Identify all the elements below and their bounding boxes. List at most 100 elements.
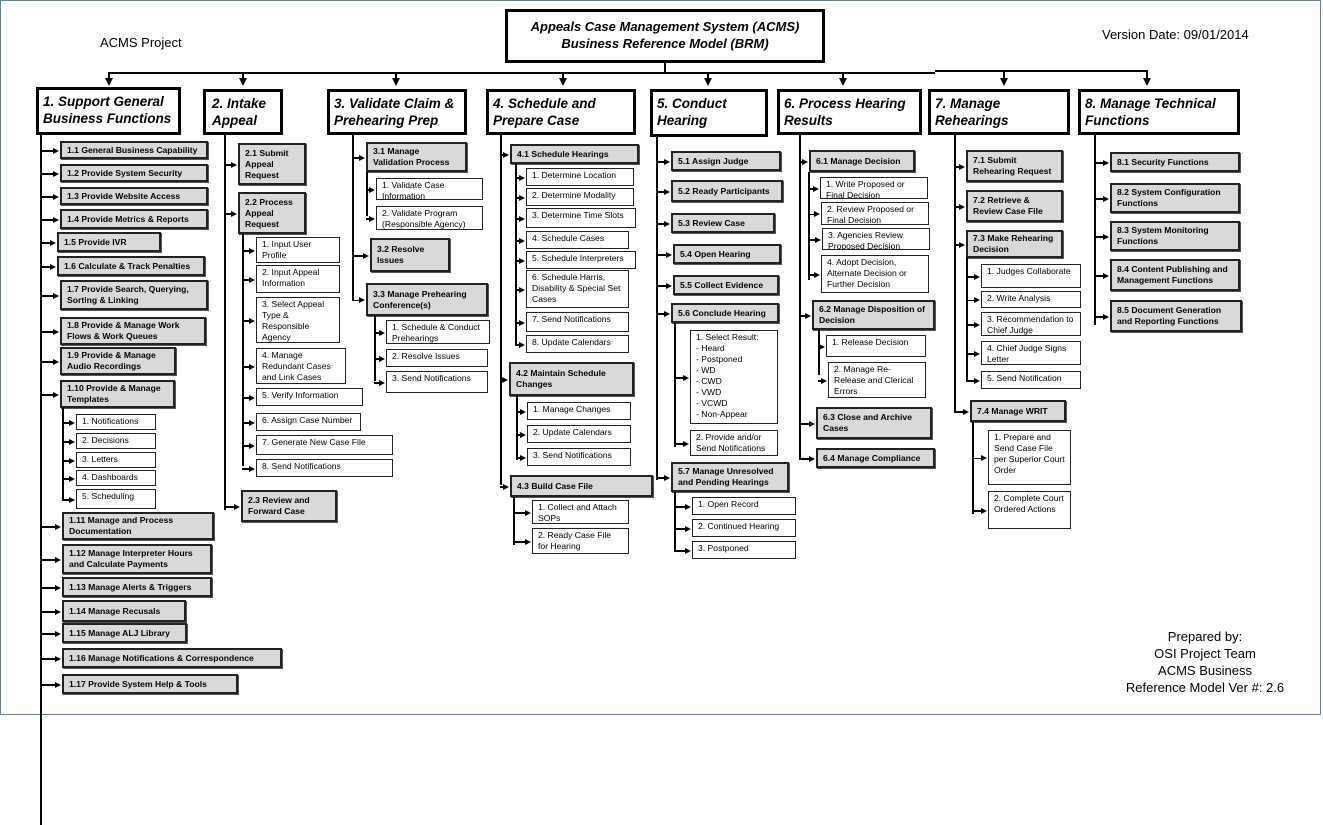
function-box-3-2[interactable]: 3.2 Resolve Issues [370,238,450,272]
column-header-5[interactable]: 5. Conduct Hearing [650,89,768,137]
subfunction-box-6-1-3[interactable]: 3. Agencies Review Proposed Decision [822,228,930,251]
subfunction-box-1-10-5[interactable]: 5. Scheduling [76,489,156,509]
subfunction-box-7-3-4[interactable]: 4. Chief Judge Signs Letter [981,341,1081,365]
column-header-4[interactable]: 4. Schedule and Prepare Case [486,89,636,135]
subfunction-box-7-3-2[interactable]: 2. Write Analysis [981,291,1081,308]
subfunction-box-4-1-7[interactable]: 7. Send Notifications [526,312,629,332]
function-box-5-1[interactable]: 5.1 Assign Judge [671,151,781,171]
function-box-2-1[interactable]: 2.1 Submit Appeal Request [238,143,306,185]
function-box-5-6[interactable]: 5.6 Conclude Hearing [671,303,779,323]
subfunction-box-4-3-1[interactable]: 1. Collect and Attach SOPs [532,500,629,524]
subfunction-box-3-3-3[interactable]: 3. Send Notifications [386,371,488,393]
column-header-8[interactable]: 8. Manage Technical Functions [1078,89,1240,135]
function-box-5-7[interactable]: 5.7 Manage Unresolved and Pending Hearin… [671,462,789,492]
subfunction-box-4-1-3[interactable]: 3. Determine Time Slots [526,208,636,228]
function-box-2-2[interactable]: 2.2 Process Appeal Request [238,192,306,234]
subfunction-box-5-6-1[interactable]: 1. Select Result: - Heard - Postponed - … [690,330,778,424]
subfunction-box-4-3-2[interactable]: 2. Ready Case File for Hearing [532,528,629,554]
subfunction-box-4-1-4[interactable]: 4. Schedule Cases [526,231,629,249]
subfunction-box-6-2-1[interactable]: 1. Release Decision [826,335,926,357]
function-box-1-11[interactable]: 1.11 Manage and Process Documentation [62,512,214,540]
subfunction-box-4-1-2[interactable]: 2. Determine Modality [526,188,634,206]
function-box-1-5[interactable]: 1.5 Provide IVR [57,232,161,252]
subfunction-box-7-4-2[interactable]: 2. Complete Court Ordered Actions [988,491,1071,529]
subfunction-box-1-10-3[interactable]: 3. Letters [76,452,156,468]
subfunction-box-7-3-5[interactable]: 5. Send Notification [981,371,1081,389]
function-box-7-1[interactable]: 7.1 Submit Rehearing Request [966,150,1063,182]
function-box-3-1[interactable]: 3.1 Manage Validation Process [366,142,467,172]
subfunction-box-2-2-7[interactable]: 7. Generate New Case File [256,435,393,455]
subfunction-box-1-10-2[interactable]: 2. Decisions [76,433,156,449]
function-box-1-14[interactable]: 1.14 Manage Recusals [62,600,186,622]
column-header-3[interactable]: 3. Validate Claim & Prehearing Prep [327,89,467,135]
subfunction-box-2-2-4[interactable]: 4. Manage Redundant Cases and Link Cases [256,348,346,384]
function-box-7-2[interactable]: 7.2 Retrieve & Review Case File [966,190,1063,222]
function-box-1-13[interactable]: 1.13 Manage Alerts & Triggers [62,577,212,597]
function-box-8-3[interactable]: 8.3 System Monitoring Functions [1110,221,1240,251]
subfunction-box-3-1-1[interactable]: 1. Validate Case Information [376,178,483,201]
function-box-1-4[interactable]: 1.4 Provide Metrics & Reports [60,209,208,229]
function-box-4-3[interactable]: 4.3 Build Case File [510,475,653,497]
function-box-1-17[interactable]: 1.17 Provide System Help & Tools [62,674,238,694]
function-box-6-2[interactable]: 6.2 Manage Disposition of Decision [812,300,935,330]
function-box-1-15[interactable]: 1.15 Manage ALJ Library [62,623,187,643]
subfunction-box-2-2-8[interactable]: 8. Send Notifications [256,459,393,477]
function-box-8-1[interactable]: 8.1 Security Functions [1110,152,1240,172]
subfunction-box-4-1-5[interactable]: 5. Schedule Interpreters [526,251,636,269]
subfunction-box-3-3-2[interactable]: 2. Resolve Issues [386,349,488,367]
subfunction-box-4-2-3[interactable]: 3. Send Notifications [527,448,631,466]
function-box-5-5[interactable]: 5.5 Collect Evidence [673,275,779,295]
subfunction-box-5-7-2[interactable]: 2. Continued Hearing [692,519,796,537]
subfunction-box-1-10-1[interactable]: 1. Notifications [76,414,156,430]
function-box-5-2[interactable]: 5.2 Ready Participants [671,180,783,202]
subfunction-box-4-1-8[interactable]: 8. Update Calendars [526,335,629,353]
function-box-1-10[interactable]: 1.10 Provide & Manage Templates [60,380,175,408]
subfunction-box-4-2-1[interactable]: 1. Manage Changes [527,402,631,420]
function-box-2-3[interactable]: 2.3 Review and Forward Case [241,490,337,522]
function-box-5-3[interactable]: 5.3 Review Case [671,213,775,233]
subfunction-box-7-4-1[interactable]: 1. Prepare and Send Case File per Superi… [988,430,1071,485]
subfunction-box-6-1-2[interactable]: 2. Review Proposed or Final Decision [821,202,929,225]
function-box-1-8[interactable]: 1.8 Provide & Manage Work Flows & Work Q… [60,317,206,345]
subfunction-box-2-2-6[interactable]: 6. Assign Case Number [256,413,361,431]
function-box-6-1[interactable]: 6.1 Manage Decision [809,150,915,172]
function-box-6-3[interactable]: 6.3 Close and Archive Cases [816,407,932,439]
function-box-1-3[interactable]: 1.3 Provide Website Access [60,187,208,205]
function-box-1-6[interactable]: 1.6 Calculate & Track Penalties [57,256,205,276]
subfunction-box-4-1-6[interactable]: 6. Schedule Harris, Disability & Special… [526,270,629,308]
subfunction-box-6-1-1[interactable]: 1. Write Proposed or Final Decision [820,177,928,200]
column-header-1[interactable]: 1. Support General Business Functions [36,87,181,135]
subfunction-box-2-2-3[interactable]: 3. Select Appeal Type & Responsible Agen… [256,297,340,343]
function-box-5-4[interactable]: 5.4 Open Hearing [673,244,781,264]
subfunction-box-1-10-4[interactable]: 4. Dashboards [76,470,156,486]
subfunction-box-5-6-2[interactable]: 2. Provide and/or Send Notifications [690,430,778,456]
column-header-7[interactable]: 7. Manage Rehearings [928,89,1070,135]
column-header-2[interactable]: 2. Intake Appeal [203,89,283,135]
column-header-6[interactable]: 6. Process Hearing Results [777,89,922,135]
function-box-1-12[interactable]: 1.12 Manage Interpreter Hours and Calcul… [62,544,212,574]
function-box-3-3[interactable]: 3.3 Manage Prehearing Conference(s) [366,283,488,316]
subfunction-box-6-1-4[interactable]: 4. Adopt Decision, Alternate Decision or… [821,255,929,293]
function-box-8-2[interactable]: 8.2 System Configuration Functions [1110,183,1240,213]
subfunction-box-7-3-3[interactable]: 3. Recommendation to Chief Judge [981,312,1081,336]
subfunction-box-5-7-3[interactable]: 3. Postponed [692,541,796,559]
subfunction-box-3-3-1[interactable]: 1. Schedule & Conduct Prehearings [386,320,490,344]
subfunction-box-7-3-1[interactable]: 1. Judges Collaborate [981,264,1081,288]
subfunction-box-4-1-1[interactable]: 1. Determine Location [526,168,634,186]
function-box-7-3[interactable]: 7.3 Make Rehearing Decision [966,230,1063,258]
function-box-1-2[interactable]: 1.2 Provide System Security [60,164,208,182]
function-box-1-1[interactable]: 1.1 General Business Capability [60,141,208,159]
subfunction-box-2-2-5[interactable]: 5. Verify Information [256,388,363,406]
subfunction-box-2-2-2[interactable]: 2. Input Appeal Information [256,265,340,293]
function-box-7-4[interactable]: 7.4 Manage WRIT [970,400,1066,422]
function-box-8-4[interactable]: 8.4 Content Publishing and Management Fu… [1110,259,1240,291]
function-box-4-2[interactable]: 4.2 Maintain Schedule Changes [509,362,634,396]
subfunction-box-4-2-2[interactable]: 2. Update Calendars [527,425,631,443]
subfunction-box-6-2-2[interactable]: 2. Manage Re-Release and Clerical Errors [828,362,926,398]
function-box-4-1[interactable]: 4.1 Schedule Hearings [510,144,639,164]
function-box-1-7[interactable]: 1.7 Provide Search, Querying, Sorting & … [60,280,208,310]
subfunction-box-2-2-1[interactable]: 1. Input User Profile [256,237,340,263]
function-box-8-5[interactable]: 8.5 Document Generation and Reporting Fu… [1110,300,1242,332]
subfunction-box-5-7-1[interactable]: 1. Open Record [692,497,796,515]
function-box-1-9[interactable]: 1.9 Provide & Manage Audio Recordings [60,347,176,375]
